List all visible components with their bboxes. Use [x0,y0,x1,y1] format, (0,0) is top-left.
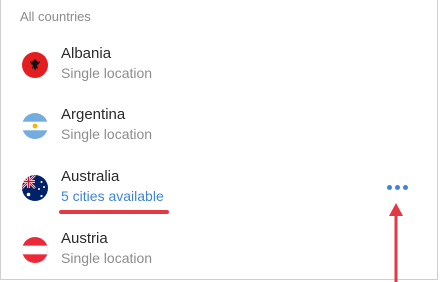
annotation-arrow-icon [389,203,403,282]
country-name: Albania [61,45,112,62]
annotation-underline [59,210,169,214]
country-row-austria[interactable]: Austria Single location [1,220,437,280]
cities-available-link[interactable]: 5 cities available [61,188,164,204]
austria-flag-icon [22,237,48,263]
albania-flag-icon [22,52,48,78]
country-name: Austria [61,230,108,247]
country-row-australia[interactable]: Australia 5 cities available [1,158,437,218]
country-subtitle: Single location [61,65,153,81]
country-list-panel: All countries Albania Single location Ar… [0,0,438,282]
country-subtitle: Single location [61,250,153,266]
country-subtitle: Single location [61,126,153,142]
argentina-flag-icon [22,113,48,139]
australia-flag-icon [22,175,48,201]
country-row-albania[interactable]: Albania Single location [1,35,437,95]
more-options-icon [386,184,392,190]
more-options-button[interactable] [383,179,411,195]
country-name: Argentina [61,106,126,123]
country-name: Australia [61,168,120,185]
section-header: All countries [20,9,91,24]
country-row-argentina[interactable]: Argentina Single location [1,96,437,156]
